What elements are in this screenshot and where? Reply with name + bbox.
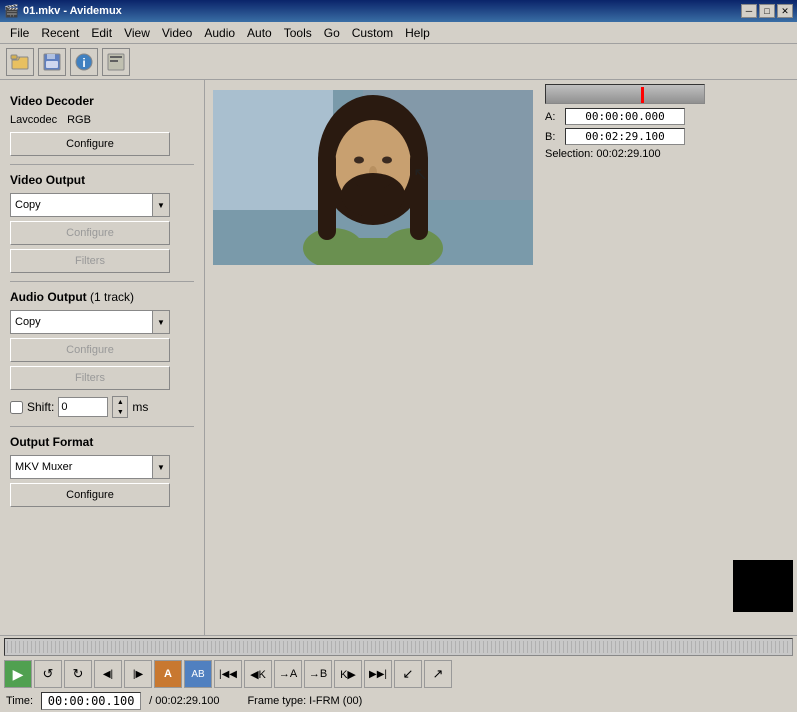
mark-ab-button[interactable]: AB bbox=[184, 660, 212, 688]
next-frame-button[interactable]: |▶ bbox=[124, 660, 152, 688]
output-format-select[interactable]: MKV Muxer MP4 Muxer AVI Muxer bbox=[10, 455, 170, 479]
total-time-display: / 00:02:29.100 bbox=[149, 695, 219, 707]
codec-label: Lavcodec bbox=[10, 114, 57, 126]
video-decoder-configure-button[interactable]: Configure bbox=[10, 132, 170, 156]
right-panel: ↖ A: B: Selection: bbox=[205, 80, 797, 712]
go-begin-button[interactable]: |◀◀ bbox=[214, 660, 242, 688]
selection-time: 00:02:29.100 bbox=[596, 148, 660, 160]
audio-output-filters-button[interactable]: Filters bbox=[10, 366, 170, 390]
play-button[interactable]: ▶ bbox=[4, 660, 32, 688]
save-button[interactable] bbox=[38, 48, 66, 76]
menu-file[interactable]: File bbox=[4, 24, 35, 42]
shift-down-button[interactable]: ▼ bbox=[113, 407, 127, 417]
shift-checkbox[interactable] bbox=[10, 401, 23, 414]
left-panel: Video Decoder Lavcodec RGB Configure Vid… bbox=[0, 80, 205, 712]
mark-a-button[interactable]: A bbox=[154, 660, 182, 688]
go-prev-key-button[interactable]: ◀K bbox=[244, 660, 272, 688]
maximize-button[interactable]: □ bbox=[759, 4, 775, 18]
menu-view[interactable]: View bbox=[118, 24, 156, 42]
audio-output-select[interactable]: Copy AAC MP3 AC3 bbox=[10, 310, 170, 334]
menu-audio[interactable]: Audio bbox=[198, 24, 241, 42]
audio-output-title: Audio Output (1 track) bbox=[10, 290, 194, 304]
paste-segment-button[interactable]: ↗ bbox=[424, 660, 452, 688]
video-output-title: Video Output bbox=[10, 173, 194, 187]
current-time-display[interactable]: 00:00:00.100 bbox=[41, 692, 141, 710]
right-info-panel: A: B: Selection: 00:02:29.100 bbox=[537, 80, 797, 712]
shift-up-button[interactable]: ▲ bbox=[113, 397, 127, 407]
b-time-input[interactable] bbox=[565, 128, 685, 145]
svg-text:i: i bbox=[82, 56, 85, 70]
go-b-button[interactable]: →B bbox=[304, 660, 332, 688]
window-title: 01.mkv - Avidemux bbox=[23, 5, 122, 17]
shift-spinner[interactable]: ▲ ▼ bbox=[112, 396, 128, 418]
close-button[interactable]: ✕ bbox=[777, 4, 793, 18]
video-preview: ↖ bbox=[213, 90, 533, 265]
shift-input[interactable] bbox=[58, 397, 108, 417]
menubar: File Recent Edit View Video Audio Auto T… bbox=[0, 22, 797, 44]
timeline-bar[interactable] bbox=[4, 638, 793, 656]
rewind-button[interactable]: ↺ bbox=[34, 660, 62, 688]
open-button[interactable] bbox=[6, 48, 34, 76]
frame-type-display: Frame type: I-FRM (00) bbox=[247, 695, 362, 707]
go-a-button[interactable]: →A bbox=[274, 660, 302, 688]
menu-custom[interactable]: Custom bbox=[346, 24, 399, 42]
titlebar: 🎬 01.mkv - Avidemux ─ □ ✕ bbox=[0, 0, 797, 22]
format-label: RGB bbox=[67, 114, 91, 126]
video-output-configure-button[interactable]: Configure bbox=[10, 221, 170, 245]
video-output-select[interactable]: Copy MPEG-4 AVC MPEG-4 ASP HEVC bbox=[10, 193, 170, 217]
go-end-button[interactable]: ▶▶| bbox=[364, 660, 392, 688]
info-button[interactable]: i bbox=[70, 48, 98, 76]
app-icon: 🎬 bbox=[4, 4, 19, 18]
menu-tools[interactable]: Tools bbox=[278, 24, 318, 42]
time-label: Time: bbox=[6, 695, 33, 707]
svg-text:↖: ↖ bbox=[413, 164, 428, 184]
menu-auto[interactable]: Auto bbox=[241, 24, 278, 42]
audio-output-configure-button[interactable]: Configure bbox=[10, 338, 170, 362]
prev-frame-button[interactable]: ◀| bbox=[94, 660, 122, 688]
a-time-input[interactable] bbox=[565, 108, 685, 125]
output-format-configure-button[interactable]: Configure bbox=[10, 483, 170, 507]
progress-bar[interactable] bbox=[545, 84, 705, 104]
b-label: B: bbox=[545, 131, 561, 143]
menu-video[interactable]: Video bbox=[156, 24, 198, 42]
go-next-key-button[interactable]: K▶ bbox=[334, 660, 362, 688]
output-format-title: Output Format bbox=[10, 435, 194, 449]
selection-label: Selection: 00:02:29.100 bbox=[545, 148, 661, 160]
menu-edit[interactable]: Edit bbox=[85, 24, 118, 42]
properties-button[interactable] bbox=[102, 48, 130, 76]
status-bar: Time: 00:00:00.100 / 00:02:29.100 Frame … bbox=[0, 690, 797, 712]
main-area: Video Decoder Lavcodec RGB Configure Vid… bbox=[0, 80, 797, 712]
playback-controls: ▶ ↺ ↻ ◀| |▶ A AB |◀◀ ◀K →A →B K▶ ▶▶| ↙ ↗ bbox=[0, 658, 797, 690]
video-decoder-title: Video Decoder bbox=[10, 94, 194, 108]
shift-unit: ms bbox=[132, 400, 148, 414]
video-output-filters-button[interactable]: Filters bbox=[10, 249, 170, 273]
shift-label: Shift: bbox=[27, 400, 54, 414]
a-label: A: bbox=[545, 111, 561, 123]
fast-forward-button[interactable]: ↻ bbox=[64, 660, 92, 688]
bottom-area: ▶ ↺ ↻ ◀| |▶ A AB |◀◀ ◀K →A →B K▶ ▶▶| ↙ ↗… bbox=[0, 635, 797, 712]
audio-track-info: (1 track) bbox=[90, 290, 134, 304]
copy-segment-button[interactable]: ↙ bbox=[394, 660, 422, 688]
mini-preview bbox=[733, 560, 793, 612]
toolbar: i bbox=[0, 44, 797, 80]
menu-go[interactable]: Go bbox=[318, 24, 346, 42]
menu-recent[interactable]: Recent bbox=[35, 24, 85, 42]
menu-help[interactable]: Help bbox=[399, 24, 436, 42]
minimize-button[interactable]: ─ bbox=[741, 4, 757, 18]
